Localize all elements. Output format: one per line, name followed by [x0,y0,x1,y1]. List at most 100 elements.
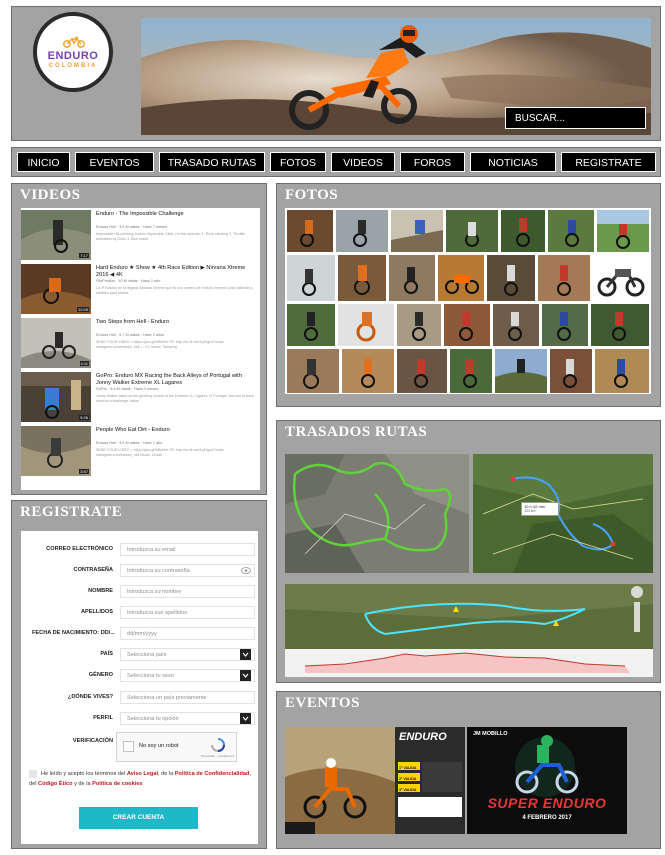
photo-thumbnail[interactable] [342,349,394,393]
video-title[interactable]: Two Steps from Hell - Enduro [96,319,256,333]
legal-notice-link[interactable]: Aviso Legal [127,771,158,777]
video-meta: GoPro · 6,4 M vistas · Hace 3 meses [96,387,159,391]
video-thumbnail[interactable]: 5:26 [21,372,91,422]
photo-thumbnail[interactable] [595,349,649,393]
photo-thumbnail[interactable] [287,255,335,301]
video-thumbnail[interactable]: 3:57 [21,426,91,476]
route-map-3[interactable] [285,584,653,677]
route-map-2[interactable]: 10 h 42 min 333 km [473,454,653,573]
event-poster-2[interactable]: JM MOBILLO SUPER ENDURO 4 FEBRERO 2017 [467,727,627,834]
chevron-down-icon[interactable] [240,713,251,724]
video-description: SEND YOUR VIDEO > https://goo.gl/W8dHm F… [96,340,225,349]
video-title[interactable]: GoPro: Enduro MX Racing the Back Alleys … [96,373,256,387]
event-poster-1[interactable]: ENDURO 1ª VALIDA 2ª VALIDA 3ª VALIDA [285,727,465,834]
video-item[interactable]: 5:26 GoPro: Enduro MX Racing the Back Al… [21,372,260,424]
photo-thumbnail[interactable] [501,210,545,252]
nav-registrate[interactable]: REGISTRATE [561,152,656,172]
password-field[interactable]: Introduzca su contraseña [120,564,255,577]
video-meta: FiloPowilks · 10 M vistas · Hace 1 año [96,279,161,283]
video-thumbnail[interactable]: 4:11 [21,318,91,368]
nav-eventos[interactable]: EVENTOS [75,152,154,172]
photo-thumbnail[interactable] [287,304,335,346]
video-item[interactable]: 4:11 Two Steps from Hell - Enduro Enduro… [21,318,260,370]
nav-fotos[interactable]: FOTOS [270,152,326,172]
video-item[interactable]: 12:09 Hard Enduro ★ Show ★ 4th Race Edit… [21,264,260,316]
photo-thumbnail[interactable] [397,349,447,393]
video-description: Impossible Hill-climbing Enduro Impossib… [96,232,246,241]
country-select[interactable]: Selecciona país [120,648,255,661]
event-1-line: 2ª VALIDA [399,777,417,781]
photo-thumbnail[interactable] [593,255,649,301]
photo-thumbnail[interactable] [591,304,649,346]
nav-inicio[interactable]: INICIO [17,152,70,172]
residence-label: ¿DÓNDE VIVES? [67,694,113,700]
gender-label: GÉNERO [88,672,113,678]
ethics-code-link[interactable]: Código Ético [38,781,73,787]
video-description: La 4ª Edición de la llegada Nirvana Xtre… [96,286,253,295]
header-banner: ENDURO COLOMBIA BUSCAR... [11,6,661,141]
photo-thumbnail[interactable] [338,304,394,346]
photo-thumbnail[interactable] [438,255,484,301]
main-navigation: INICIO EVENTOS TRASADO RUTAS FOTOS VIDEO… [11,147,661,177]
photo-thumbnail[interactable] [446,210,498,252]
photo-thumbnail[interactable] [542,304,588,346]
video-list: 7:17 Enduro - The Impossible Challenge E… [21,208,260,490]
photo-thumbnail[interactable] [444,304,490,346]
password-placeholder: Introduzca su contraseña [127,568,190,574]
photo-thumbnail[interactable] [548,210,594,252]
video-thumbnail[interactable]: 7:17 [21,210,91,260]
photo-thumbnail[interactable] [391,210,443,252]
video-item[interactable]: 7:17 Enduro - The Impossible Challenge E… [21,210,260,262]
photo-thumbnail[interactable] [495,349,547,393]
search-box[interactable]: BUSCAR... [505,107,646,129]
photo-thumbnail[interactable] [336,210,388,252]
photo-thumbnail[interactable] [389,255,435,301]
video-item[interactable]: 3:57 People Who Eat Dirt - Enduro Enduro… [21,426,260,478]
nav-foros[interactable]: FOROS [400,152,465,172]
terms-checkbox[interactable] [29,769,37,778]
route-map-1[interactable] [285,454,469,573]
photo-thumbnail[interactable] [287,210,333,252]
terms-text-2: , de la [158,771,175,777]
video-title[interactable]: Hard Enduro ★ Show ★ 4th Race Edition ▶ … [96,265,256,279]
photo-thumbnail[interactable] [397,304,441,346]
photo-thumbnail[interactable] [487,255,535,301]
register-title: REGISTRATE [20,504,123,520]
photo-thumbnail[interactable] [287,349,339,393]
email-field[interactable]: Introduzca su email [120,543,255,556]
video-duration: 5:26 [79,415,89,420]
video-title[interactable]: People Who Eat Dirt - Enduro [96,427,256,441]
logo-title: ENDURO [47,50,99,62]
routes-panel: TRASADOS RUTAS 10 h 42 min 333 km [276,420,661,683]
photo-thumbnail[interactable] [493,304,539,346]
birthdate-field[interactable]: dd/mm/yyyy [120,627,255,640]
nav-noticias[interactable]: NOTICIAS [470,152,556,172]
nav-trasado-rutas[interactable]: TRASADO RUTAS [159,152,265,172]
cookies-policy-link[interactable]: Política de cookies [92,781,142,787]
events-title: EVENTOS [285,695,360,711]
photo-thumbnail[interactable] [538,255,590,301]
photo-thumbnail[interactable] [338,255,386,301]
video-thumbnail[interactable]: 12:09 [21,264,91,314]
profile-select[interactable]: Selecciona tu opción [120,712,255,725]
email-label: CORREO ELECTRÓNICO [46,546,113,552]
privacy-policy-link[interactable]: Política de Confidencialidad [175,771,250,777]
profile-label: PERFIL [93,715,113,721]
gender-select[interactable]: Selecciona tu sexo [120,669,255,682]
video-title[interactable]: Enduro - The Impossible Challenge [96,211,256,225]
nav-videos[interactable]: VIDEOS [331,152,395,172]
captcha-checkbox[interactable] [123,741,134,752]
photo-thumbnail[interactable] [550,349,592,393]
eye-icon[interactable] [241,567,251,574]
name-field[interactable]: Introduzca su nombre [120,585,255,598]
residence-field[interactable]: Selecciona un país previamente [120,691,255,704]
event-2-title: SUPER ENDURO [487,795,607,811]
surname-field[interactable]: Introduzca sus apellidos [120,606,255,619]
verification-label: VERIFICACIÓN [72,738,113,744]
chevron-down-icon[interactable] [240,670,251,681]
photo-thumbnail[interactable] [450,349,492,393]
chevron-down-icon[interactable] [240,649,251,660]
create-account-button[interactable]: CREAR CUENTA [79,807,198,829]
site-logo[interactable]: ENDURO COLOMBIA [33,12,113,92]
photo-thumbnail[interactable] [597,210,649,252]
